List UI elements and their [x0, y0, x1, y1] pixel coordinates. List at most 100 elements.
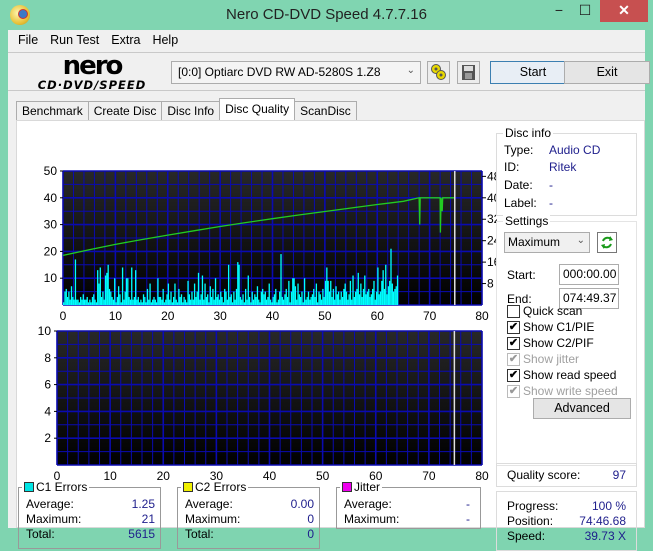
c1-error-bar: [117, 286, 120, 305]
close-button[interactable]: ✕: [600, 0, 648, 22]
c1-error-bar: [190, 299, 192, 305]
menu-extra[interactable]: Extra: [105, 30, 146, 51]
c1-error-bar: [150, 302, 153, 305]
chevron-down-icon: ⌄: [576, 235, 585, 246]
checkbox-quick-scan[interactable]: Quick scan: [507, 304, 582, 318]
y-tick-label: 2: [44, 431, 51, 445]
minimize-button[interactable]: −: [546, 0, 572, 22]
menu-help[interactable]: Help: [146, 30, 184, 51]
c1-error-bar: [102, 291, 104, 305]
c1-error-bar: [360, 283, 362, 305]
c1-error-bar: [343, 288, 345, 305]
c1-error-bar: [159, 296, 162, 305]
drive-select[interactable]: [0:0] Optiarc DVD RW AD-5280S 1.Z8 ⌄: [171, 61, 421, 84]
checkbox-show-c1-pie[interactable]: ✔ Show C1/PIE: [507, 320, 594, 334]
advanced-button[interactable]: Advanced: [533, 398, 631, 419]
c1-error-bar: [265, 299, 268, 305]
c1-error-bar: [136, 299, 138, 305]
jitter-maximum-label: Maximum:: [344, 512, 400, 526]
c1-error-bar: [243, 302, 246, 305]
floppy-disk-icon: [462, 65, 475, 80]
c1-error-bar: [148, 299, 150, 305]
save-button[interactable]: [457, 61, 480, 84]
c1-error-bar: [63, 302, 65, 305]
c1-error-bar: [171, 302, 173, 305]
label-value: -: [549, 196, 553, 210]
progress-value: 100 %: [591, 499, 626, 513]
checkbox-show-read-speed[interactable]: ✔ Show read speed: [507, 368, 616, 382]
c1-error-bar: [319, 294, 321, 305]
c1-error-bar: [299, 296, 302, 305]
c1-error-bar: [313, 288, 315, 305]
drive-properties-button[interactable]: [427, 61, 450, 84]
progress-label: Progress:: [507, 499, 559, 513]
c1-error-bar: [392, 291, 395, 305]
checkmark-icon: ✔: [507, 384, 520, 398]
c1-error-bar: [245, 288, 247, 305]
c1-error-bar: [339, 299, 341, 305]
maximize-button[interactable]: ☐: [572, 0, 598, 22]
checkbox-show-write-speed: ✔ Show write speed: [507, 384, 618, 398]
c1-error-bar: [326, 267, 328, 305]
tab-scandisc[interactable]: ScanDisc: [294, 101, 357, 120]
c1-error-bar: [216, 296, 218, 305]
c1-error-bar: [218, 299, 221, 305]
c1-error-bar: [294, 286, 297, 305]
exit-button[interactable]: Exit: [564, 61, 650, 84]
gears-icon: [431, 64, 446, 80]
x-tick-label: 60: [371, 309, 385, 323]
c1-error-bar: [268, 283, 270, 305]
c1-error-bar: [356, 288, 358, 305]
c1-error-bar: [345, 291, 348, 305]
type-label: Type:: [504, 143, 534, 157]
c1-error-bar: [78, 302, 81, 305]
menu-file[interactable]: File: [12, 30, 44, 51]
c1-error-bar: [129, 299, 132, 305]
speed-select[interactable]: Maximum ⌄: [504, 232, 590, 253]
c1-error-bar: [366, 291, 369, 305]
c1-error-bar: [133, 296, 136, 305]
tab-create-disc[interactable]: Create Disc: [87, 101, 163, 120]
c1-error-bar: [104, 275, 107, 305]
checkbox-show-c2-pif[interactable]: ✔ Show C2/PIF: [507, 336, 594, 350]
position-value: 74:46.68: [579, 514, 626, 528]
tab-bar: Benchmark Create Disc Disc Info Disc Qua…: [16, 98, 357, 121]
c1-error-bar: [176, 302, 179, 305]
c2-errors-group: C2 Errors Average: 0.00 Maximum: 0 Total…: [177, 480, 320, 549]
tab-disc-info[interactable]: Disc Info: [161, 101, 221, 120]
chart-0: 01020304050607080102030405081624324048: [44, 164, 497, 323]
c1-error-bar: [284, 294, 286, 305]
menu-run-test[interactable]: Run Test: [44, 30, 105, 51]
c1-error-bar: [144, 296, 146, 305]
c1-error-bar: [289, 302, 291, 305]
start-input[interactable]: 000:00.00: [559, 264, 619, 285]
progress-group: Progress: 100 % Position: 74:46.68 Speed…: [496, 491, 637, 551]
c1-total-label: Total:: [26, 527, 55, 541]
c1-error-bar: [179, 296, 181, 305]
checkbox-label: Show jitter: [523, 352, 580, 366]
c1-error-bar: [336, 294, 338, 305]
c1-error-bar: [108, 288, 111, 305]
tab-disc-quality[interactable]: Disc Quality: [219, 98, 296, 120]
c1-error-bar: [220, 291, 222, 305]
c1-error-bar: [172, 296, 175, 305]
menu-bar: File Run Test Extra Help: [8, 30, 645, 51]
c1-error-bar: [327, 280, 329, 305]
c1-error-bar: [230, 294, 232, 305]
tab-benchmark[interactable]: Benchmark: [16, 101, 89, 120]
c1-error-bar: [306, 296, 308, 305]
c1-error-bar: [192, 299, 194, 305]
y-tick-label: 4: [44, 404, 51, 418]
c1-error-bar: [374, 299, 376, 305]
refresh-button[interactable]: [597, 232, 617, 253]
y-tick-label: 10: [44, 271, 58, 285]
c1-error-bar: [100, 296, 103, 305]
c1-error-bar: [251, 291, 253, 305]
y-tick-label: 30: [44, 218, 58, 232]
c1-error-bar: [224, 288, 226, 305]
c1-error-bar: [97, 270, 99, 305]
c1-error-bar: [317, 302, 319, 305]
speed-value: 39.73 X: [584, 529, 626, 543]
c1-error-bar: [166, 294, 168, 305]
logo-brand: nero: [62, 51, 124, 81]
